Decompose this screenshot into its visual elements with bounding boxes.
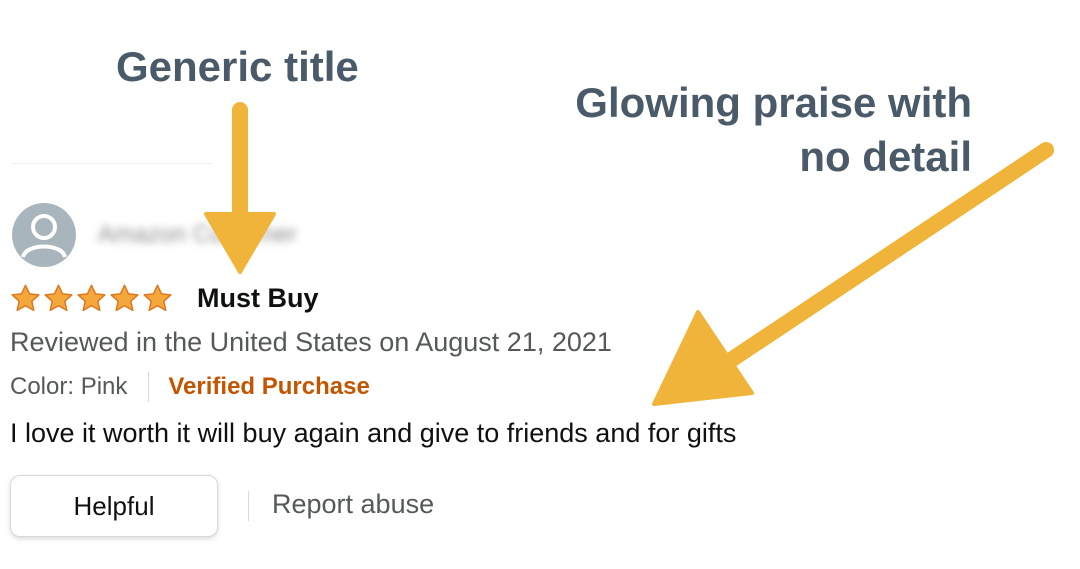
star-rating[interactable]	[10, 283, 173, 314]
user-silhouette-icon	[21, 214, 67, 258]
star-icon	[143, 284, 172, 312]
praise-arrow	[652, 142, 1054, 406]
review-meta: Color: Pink Verified Purchase	[10, 372, 370, 402]
review-body: I love it worth it will buy again and gi…	[10, 418, 737, 448]
star-icon	[110, 284, 139, 312]
meta-divider	[148, 372, 150, 402]
review-date: Reviewed in the United States on August …	[10, 327, 612, 357]
glowing-praise-callout: Glowing praise with no detail	[452, 76, 972, 184]
star-icon	[11, 284, 40, 312]
verified-purchase-badge: Verified Purchase	[168, 373, 370, 400]
praise-callout-line2: no detail	[799, 133, 972, 180]
star-icon	[44, 284, 73, 312]
review-title[interactable]: Must Buy	[197, 283, 319, 314]
helpful-button[interactable]: Helpful	[10, 475, 218, 537]
avatar	[12, 203, 76, 267]
actions-divider	[248, 491, 249, 521]
report-abuse-link[interactable]: Report abuse	[272, 489, 434, 520]
praise-callout-line1: Glowing praise with	[575, 79, 972, 126]
generic-title-callout: Generic title	[116, 43, 359, 90]
top-divider	[12, 163, 212, 164]
reviewer-name[interactable]: Amazon Customer	[98, 221, 297, 249]
color-variant-link[interactable]: Color: Pink	[10, 373, 127, 401]
star-icon	[77, 284, 106, 312]
